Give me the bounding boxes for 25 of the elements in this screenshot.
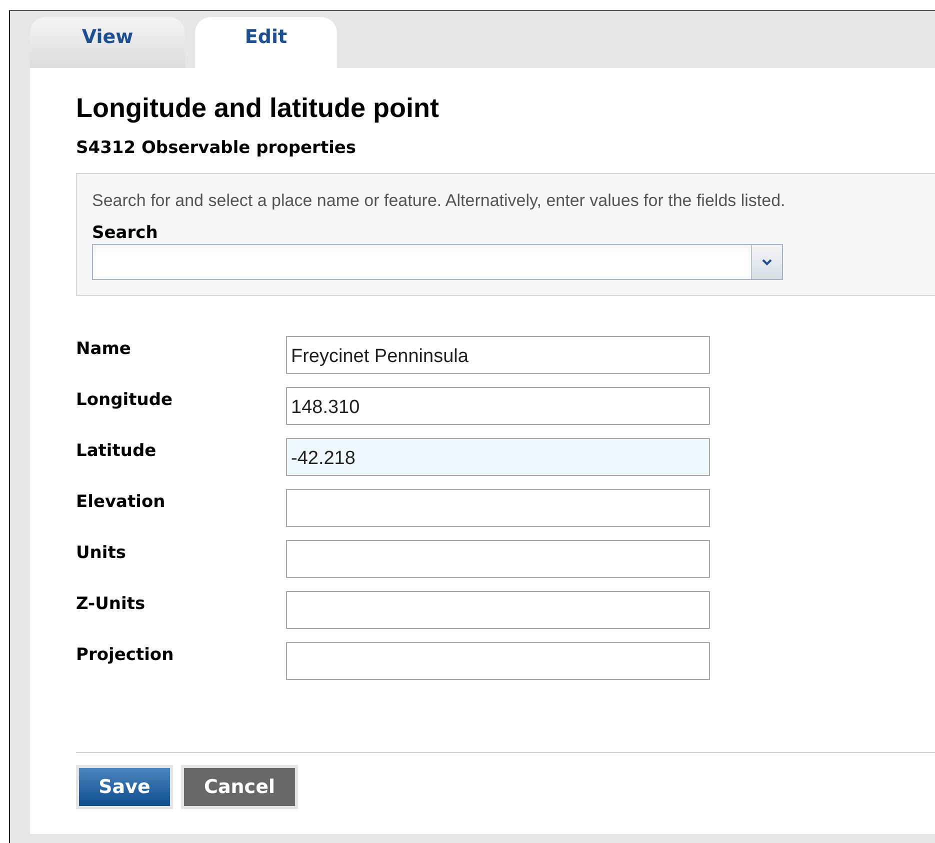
input-field[interactable]: [286, 540, 710, 578]
input-field[interactable]: [286, 591, 710, 629]
input-field[interactable]: -42.218: [286, 438, 710, 476]
field-label: Units: [76, 542, 127, 563]
field-label: Name: [76, 338, 132, 359]
search-combobox[interactable]: [92, 244, 783, 280]
input-field[interactable]: 148.310: [286, 387, 710, 425]
dropdown-button[interactable]: [751, 245, 782, 279]
input-field[interactable]: [286, 642, 710, 680]
field-label: Projection: [76, 644, 175, 665]
tab[interactable]: View: [30, 17, 185, 68]
instructions-text: Search for and select a place name or feature. Alternatively, enter values for the fields listed.: [92, 190, 786, 212]
field-label: Longitude: [76, 389, 174, 410]
tab[interactable]: Edit: [195, 17, 337, 68]
search-label: Search: [92, 222, 159, 244]
save-button[interactable]: Save: [76, 765, 173, 809]
field-label: Latitude: [76, 440, 158, 461]
page-title: Longitude and latitude point: [76, 92, 440, 125]
section-title: S4312 Observable properties: [76, 137, 358, 160]
field-label: Elevation: [76, 491, 166, 512]
input-field[interactable]: [286, 489, 710, 527]
input-field[interactable]: Freycinet Penninsula: [286, 336, 710, 374]
cancel-button[interactable]: Cancel: [181, 765, 298, 809]
field-label: Z-Units: [76, 593, 146, 614]
chevron-down-icon: [762, 258, 772, 266]
